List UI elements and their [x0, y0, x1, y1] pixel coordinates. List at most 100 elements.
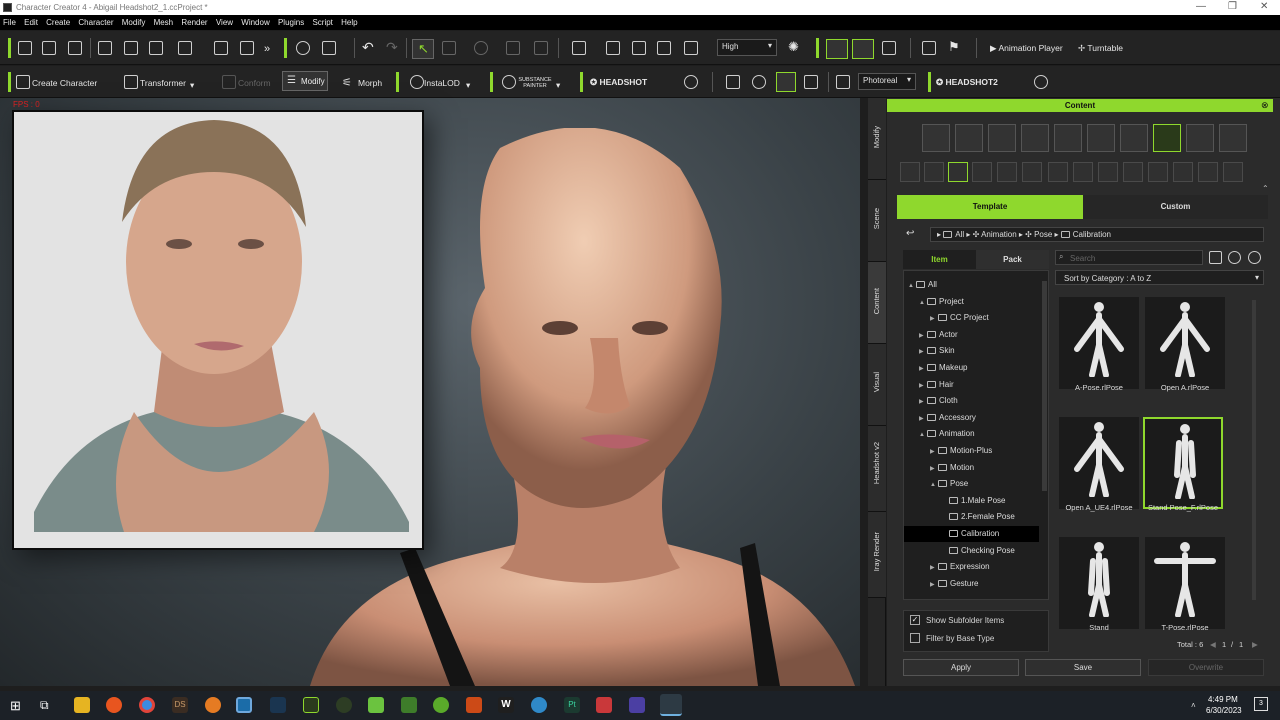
tree-node[interactable]: ▶ Makeup: [904, 360, 967, 376]
task-view-icon[interactable]: ⧉: [40, 698, 49, 713]
rotate-icon[interactable]: [474, 41, 488, 55]
tray-arrow-icon[interactable]: ˄: [1191, 701, 1196, 710]
import-fbx-icon[interactable]: [124, 41, 138, 55]
modify-button[interactable]: Modify ☰: [282, 71, 328, 91]
headshot-button[interactable]: ✪ HEADSHOT: [590, 77, 647, 88]
tree-node[interactable]: 1.Male Pose: [904, 493, 1005, 509]
scale-icon[interactable]: [506, 41, 520, 55]
chevron-down-icon[interactable]: ▾: [466, 80, 470, 91]
headshot2-button[interactable]: ✪ HEADSHOT2: [936, 77, 998, 88]
tree-node[interactable]: ▶ Accessory: [904, 410, 976, 426]
collapse-icon[interactable]: ⌃: [1262, 184, 1269, 193]
app-icon-shield[interactable]: [629, 697, 645, 713]
tab-visual[interactable]: Visual: [868, 344, 886, 426]
menu-edit[interactable]: Edit: [21, 15, 41, 27]
sub-script-icon[interactable]: [1022, 162, 1042, 182]
sub-motion-plus-icon[interactable]: [900, 162, 920, 182]
expand-arrow-icon[interactable]: ▶: [919, 378, 927, 394]
menu-modify[interactable]: Modify: [119, 15, 149, 27]
breadcrumb-calibration[interactable]: Calibration: [1073, 230, 1111, 239]
morph-button[interactable]: Morph: [358, 78, 382, 88]
tab-pack[interactable]: Pack: [976, 250, 1049, 269]
app-icon-ball[interactable]: [531, 697, 547, 713]
expand-arrow-icon[interactable]: ▲: [919, 295, 927, 311]
menu-window[interactable]: Window: [238, 15, 272, 27]
export-fbx-icon[interactable]: [178, 41, 192, 55]
chrome-icon[interactable]: [139, 697, 155, 713]
filter-base-checkbox[interactable]: [910, 633, 920, 643]
sort-select[interactable]: Sort by Category : A to Z ▾: [1055, 270, 1264, 285]
substance-painter-icon[interactable]: Pt: [564, 697, 580, 713]
close-icon[interactable]: ✕: [1260, 1, 1268, 12]
menu-mesh[interactable]: Mesh: [151, 15, 177, 27]
smart-gallery-button[interactable]: [776, 72, 796, 92]
sub-motion-icon[interactable]: [924, 162, 944, 182]
category-cloth-icon[interactable]: [1021, 124, 1049, 152]
content-item[interactable]: A-Pose.rlPose: [1059, 297, 1139, 392]
category-template-icon[interactable]: [1219, 124, 1247, 152]
iclone-icon[interactable]: [303, 697, 319, 713]
select-tool-button[interactable]: ↖: [412, 39, 434, 59]
adjust-icon[interactable]: [804, 75, 818, 89]
category-animation-icon[interactable]: [1153, 124, 1181, 152]
tree-node[interactable]: ▲ All: [904, 277, 937, 293]
tree-node[interactable]: ▶ Skin: [904, 343, 955, 359]
menu-render[interactable]: Render: [178, 15, 210, 27]
expand-arrow-icon[interactable]: ▶: [930, 577, 938, 593]
frame-selected-icon[interactable]: [632, 41, 646, 55]
pivot-icon[interactable]: [534, 41, 548, 55]
content-item[interactable]: T-Pose.rlPose: [1145, 537, 1225, 632]
head-icon[interactable]: [684, 75, 698, 89]
menu-character[interactable]: Character: [75, 15, 116, 27]
conform-button[interactable]: Conform: [238, 78, 271, 88]
redo-icon[interactable]: ↷: [386, 39, 398, 56]
firefox-icon[interactable]: [106, 697, 122, 713]
bone-icon[interactable]: [882, 41, 896, 55]
next-page-icon[interactable]: ▶: [1252, 640, 1258, 649]
expand-arrow-icon[interactable]: ▶: [930, 560, 938, 576]
sub-expression-icon[interactable]: [972, 162, 992, 182]
tree-node[interactable]: ▶ Hair: [904, 377, 954, 393]
show-subfolder-checkbox[interactable]: ✓: [910, 615, 920, 625]
tab-template[interactable]: Template: [897, 195, 1083, 219]
screen-recorder-icon[interactable]: [236, 697, 252, 713]
tree-scrollbar[interactable]: [1042, 281, 1047, 491]
head2-icon[interactable]: [1034, 75, 1048, 89]
instalod-button[interactable]: InstaLOD: [424, 78, 460, 88]
category-skin-icon[interactable]: [988, 124, 1016, 152]
tab-modify[interactable]: Modify: [868, 98, 886, 180]
sub-gesture-icon[interactable]: [997, 162, 1017, 182]
export-usd-icon[interactable]: [214, 41, 228, 55]
menu-view[interactable]: View: [213, 15, 236, 27]
category-hair-icon[interactable]: [1054, 124, 1082, 152]
tab-custom[interactable]: Custom: [1083, 195, 1268, 219]
app-icon-green[interactable]: [368, 697, 384, 713]
tree-node[interactable]: ▶ Motion-Plus: [904, 443, 992, 459]
scene-icon[interactable]: [322, 41, 336, 55]
category-actor-icon[interactable]: [955, 124, 983, 152]
chevron-down-icon[interactable]: ▾: [556, 80, 560, 91]
app-icon-red[interactable]: [596, 697, 612, 713]
animation-player-button[interactable]: ▶ Animation Player: [990, 43, 1063, 54]
tree-node[interactable]: ▶ Cloth: [904, 393, 958, 409]
breadcrumb-animation[interactable]: Animation: [981, 230, 1017, 239]
menu-icon[interactable]: [1248, 251, 1261, 264]
flag-icon[interactable]: ⚑: [948, 39, 960, 55]
render-settings-icon[interactable]: [836, 75, 850, 89]
expand-arrow-icon[interactable]: ▶: [919, 344, 927, 360]
home-camera-icon[interactable]: [572, 41, 586, 55]
more-icon[interactable]: »: [264, 43, 270, 55]
prev-page-icon[interactable]: ◀: [1210, 640, 1216, 649]
expand-arrow-icon[interactable]: ▲: [930, 477, 938, 493]
tree-node[interactable]: ▲ Animation: [904, 426, 975, 442]
tab-content[interactable]: Content: [868, 262, 886, 344]
import-icon[interactable]: [98, 41, 112, 55]
daz-studio-icon[interactable]: DS: [172, 697, 188, 713]
menu-plugins[interactable]: Plugins: [275, 15, 307, 27]
expand-arrow-icon[interactable]: ▶: [919, 394, 927, 410]
camera-view-icon[interactable]: [684, 41, 698, 55]
app-icon-circle[interactable]: [433, 697, 449, 713]
chevron-down-icon[interactable]: ▾: [190, 80, 194, 91]
filter-icon[interactable]: [1209, 251, 1222, 264]
expand-arrow-icon[interactable]: ▲: [919, 427, 927, 443]
